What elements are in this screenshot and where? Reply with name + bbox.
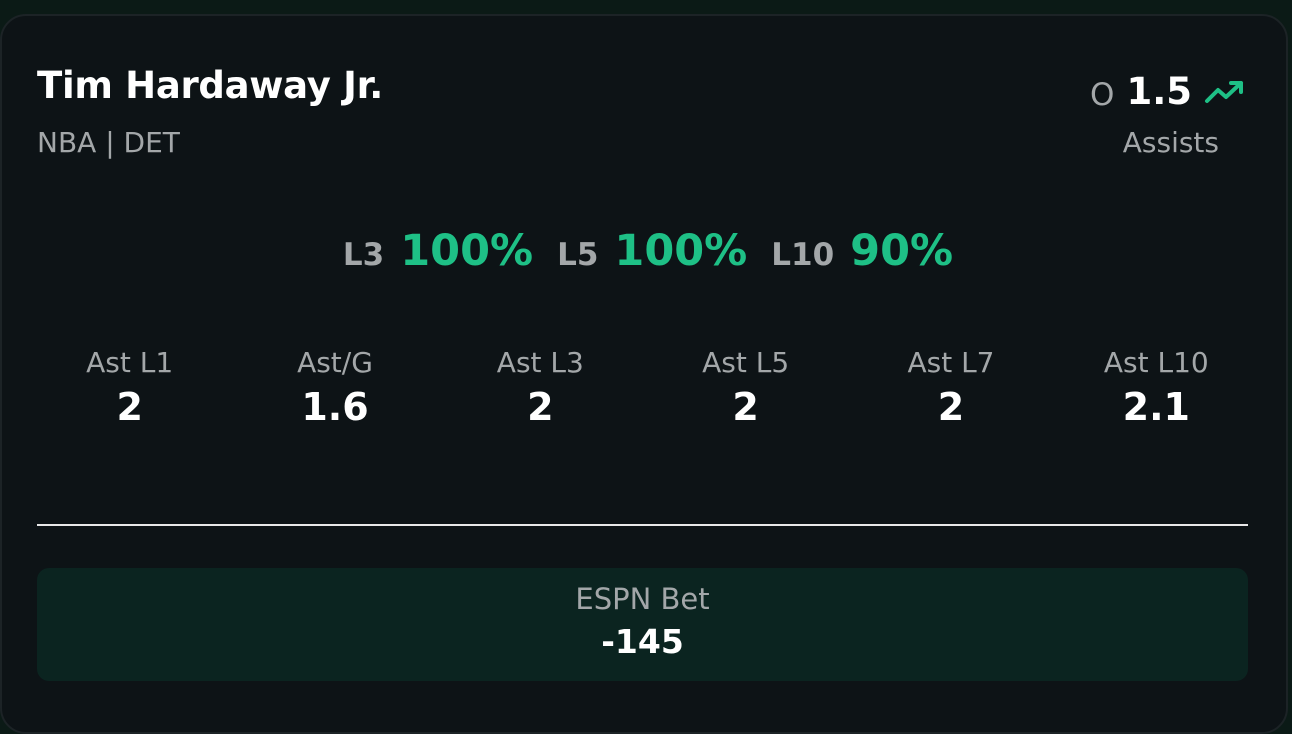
hit-rate-label: L3 [342, 237, 385, 273]
hit-rate-value: 100% [400, 226, 534, 276]
hit-rate-label: L10 [771, 237, 835, 273]
sportsbook-odds: -145 [601, 622, 684, 661]
stats-row: Ast L1 2 Ast/G 1.6 Ast L3 2 Ast L5 2 Ast… [27, 346, 1259, 429]
stat-ast-l5: Ast L5 2 [643, 346, 848, 429]
stat-value: 2 [937, 385, 965, 429]
stat-label: Ast L7 [907, 346, 995, 379]
stat-ast-l10: Ast L10 2.1 [1054, 346, 1259, 429]
stat-label: Ast L5 [702, 346, 790, 379]
player-league-team: NBA | DET [37, 126, 180, 159]
stat-label: Ast/G [297, 346, 373, 379]
stat-ast-per-game: Ast/G 1.6 [232, 346, 437, 429]
stat-ast-l7: Ast L7 2 [848, 346, 1053, 429]
hit-rate-value: 100% [614, 226, 748, 276]
prop-line: O 1.5 [1090, 70, 1246, 113]
stat-label: Ast L1 [86, 346, 174, 379]
sportsbook-odds-button[interactable]: ESPN Bet -145 [37, 568, 1248, 681]
player-prop-card[interactable]: Tim Hardaway Jr. NBA | DET O 1.5 Assists… [0, 14, 1288, 734]
stat-value: 1.6 [301, 385, 369, 429]
hit-rates: L3 100% L5 100% L10 90% [2, 226, 1286, 276]
trending-up-icon [1205, 80, 1243, 103]
hit-rate-value: 90% [850, 226, 954, 276]
divider [37, 524, 1248, 526]
player-name: Tim Hardaway Jr. [37, 64, 383, 107]
hit-rate-label: L5 [557, 237, 599, 273]
market-label: Assists [1122, 126, 1219, 159]
over-under-indicator: O [1090, 76, 1115, 113]
stat-ast-l3: Ast L3 2 [438, 346, 643, 429]
stat-label: Ast L10 [1103, 346, 1209, 379]
line-value: 1.5 [1126, 70, 1192, 113]
sportsbook-name: ESPN Bet [575, 582, 710, 616]
stat-value: 2 [732, 385, 759, 429]
stat-label: Ast L3 [496, 346, 584, 379]
stat-value: 2 [527, 385, 554, 429]
stat-value: 2.1 [1122, 385, 1190, 429]
stat-ast-l1: Ast L1 2 [27, 346, 232, 429]
stat-value: 2 [116, 385, 143, 429]
